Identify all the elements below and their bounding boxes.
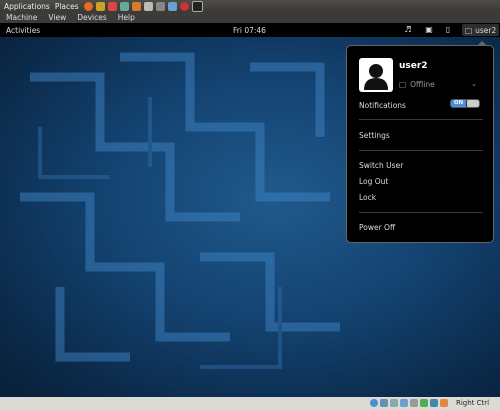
usb-icon[interactable]: [390, 399, 398, 407]
offline-icon: □: [399, 80, 407, 89]
activities-button[interactable]: Activities: [6, 26, 40, 35]
user-popup-menu: user2 □ Offline ⌄ Notifications ON Setti…: [346, 41, 494, 243]
mouse-integration-icon[interactable]: [430, 399, 438, 407]
vbox-menubar: Machine View Devices Help: [0, 12, 500, 23]
user-avatar-icon: [364, 64, 388, 90]
clock[interactable]: Fri 07:46: [233, 26, 266, 35]
host-key-label: Right Ctrl: [456, 399, 490, 407]
hard-disk-icon[interactable]: [370, 399, 378, 407]
editor-icon[interactable]: [119, 1, 129, 11]
gnome-top-bar: Activities Fri 07:46 ♬ ▣ ▯ □ user2: [0, 23, 500, 37]
user-menu-button[interactable]: □ user2: [462, 24, 500, 36]
menu-view[interactable]: View: [48, 13, 66, 22]
chevron-down-icon[interactable]: ⌄: [471, 80, 477, 88]
notifications-label: Notifications: [359, 101, 406, 110]
status-selector[interactable]: □ Offline: [399, 80, 435, 89]
lock-menu-item[interactable]: Lock: [359, 193, 376, 202]
terminal-icon[interactable]: [191, 0, 203, 12]
device-icons: [370, 399, 448, 407]
separator: [359, 119, 483, 120]
mail-icon[interactable]: [95, 1, 105, 11]
archive-icon[interactable]: [155, 1, 165, 11]
separator: [359, 150, 483, 151]
settings-menu-item[interactable]: Settings: [359, 131, 390, 140]
log-out-menu-item[interactable]: Log Out: [359, 177, 388, 186]
optical-drive-icon[interactable]: [380, 399, 388, 407]
avatar[interactable]: [359, 58, 393, 92]
separator: [359, 212, 483, 213]
toggle-knob: [467, 100, 479, 107]
keyboard-capture-icon[interactable]: [440, 399, 448, 407]
toggle-on-label: ON: [451, 100, 466, 107]
notifications-toggle[interactable]: ON: [450, 99, 480, 108]
tools-icon[interactable]: [107, 1, 117, 11]
popup-arrow: [477, 41, 487, 46]
firefox-icon[interactable]: [83, 1, 93, 11]
vbox-status-bar: Right Ctrl: [0, 397, 500, 410]
battery-icon[interactable]: ▯: [443, 25, 453, 35]
network-adapter-icon[interactable]: [400, 399, 408, 407]
virtualbox-icon[interactable]: [167, 1, 177, 11]
popup-username: user2: [399, 61, 428, 71]
status-label: Offline: [410, 80, 435, 89]
network-icon[interactable]: ▣: [424, 25, 434, 35]
volume-icon[interactable]: ♬: [403, 25, 413, 35]
menu-devices[interactable]: Devices: [77, 13, 107, 22]
power-off-menu-item[interactable]: Power Off: [359, 223, 395, 232]
user-menu-label: user2: [475, 25, 497, 35]
menu-help[interactable]: Help: [118, 13, 135, 22]
host-places-menu[interactable]: Places: [55, 2, 79, 11]
help-icon[interactable]: [179, 1, 189, 11]
user-status-icon: □: [465, 25, 473, 35]
host-top-panel: Applications Places: [0, 0, 500, 12]
menu-machine[interactable]: Machine: [6, 13, 37, 22]
host-applications-menu[interactable]: Applications: [4, 2, 50, 11]
switch-user-menu-item[interactable]: Switch User: [359, 161, 403, 170]
folder-icon[interactable]: [131, 1, 141, 11]
shared-folders-icon[interactable]: [410, 399, 418, 407]
display-icon[interactable]: [420, 399, 428, 407]
printer-icon[interactable]: [143, 1, 153, 11]
